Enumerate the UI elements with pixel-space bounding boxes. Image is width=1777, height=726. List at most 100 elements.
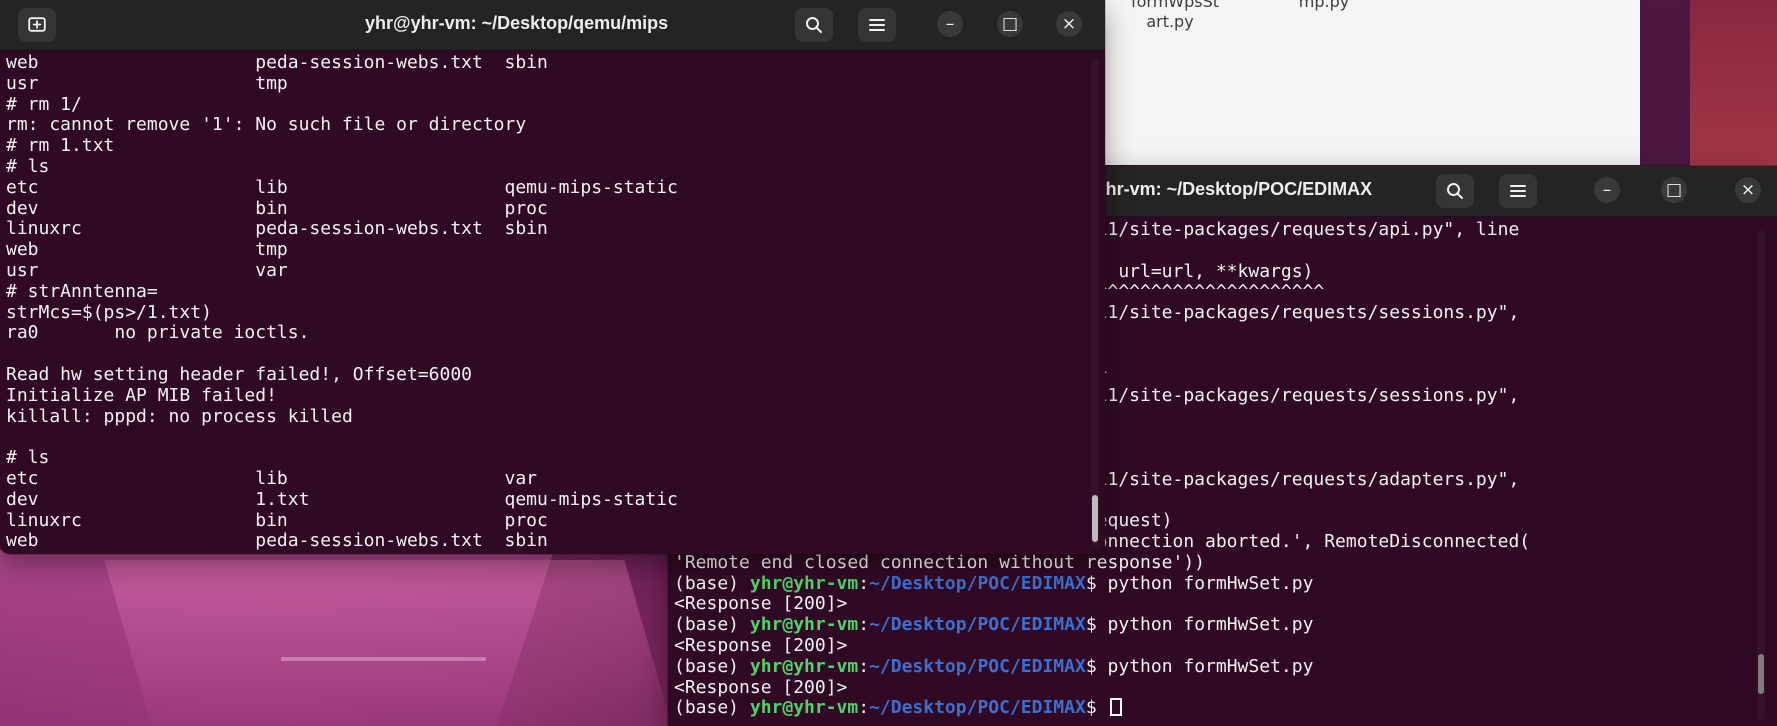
terminal-line: rm: cannot remove '1': No such file or d… xyxy=(6,114,1089,136)
terminal-line: <Response [200]> xyxy=(674,634,1759,657)
scrollbar[interactable] xyxy=(1757,230,1765,720)
prompt-symbol: $ xyxy=(1085,614,1108,636)
maximize-button[interactable]: □ xyxy=(1661,177,1687,203)
terminal-line: ra0 no private ioctls. xyxy=(6,322,1089,344)
prompt-separator: : xyxy=(858,655,870,677)
prompt-symbol: $ xyxy=(1085,697,1108,719)
scrollbar-thumb[interactable] xyxy=(1092,495,1098,542)
terminal-line: # strAnntenna= xyxy=(6,280,1089,303)
prompt-user: yhr@yhr-vm xyxy=(749,614,859,636)
prompt-prefix: (base) xyxy=(674,697,750,719)
terminal-text: 'Remote end closed connection without re… xyxy=(674,551,1206,573)
menu-button[interactable] xyxy=(858,8,896,42)
terminal-text: killall: pppd: no process killed xyxy=(6,405,353,427)
prompt-symbol: $ xyxy=(1085,655,1108,677)
terminal-line: strMcs=$(ps>/1.txt) xyxy=(6,302,1089,324)
terminal-text: web peda-session-webs.txt sbin xyxy=(6,53,548,73)
prompt-path: ~/Desktop/POC/EDIMAX xyxy=(869,655,1086,677)
terminal-line: <Response [200]> xyxy=(674,593,1759,615)
prompt-separator: : xyxy=(858,697,870,719)
terminal-text: # ls xyxy=(6,447,50,469)
terminal-text: dev bin proc xyxy=(6,197,548,219)
search-icon xyxy=(806,17,822,33)
terminal-line: (base) yhr@yhr-vm:~/Desktop/POC/EDIMAX$ … xyxy=(674,572,1759,595)
prompt-path: ~/Desktop/POC/EDIMAX xyxy=(869,572,1086,594)
terminal-text: etc lib qemu-mips-static xyxy=(6,176,678,198)
prompt-prefix: (base) xyxy=(674,655,750,677)
terminal-text: rm: cannot remove '1': No such file or d… xyxy=(6,114,527,136)
close-button[interactable]: × xyxy=(1735,177,1761,203)
terminal-line: (base) yhr@yhr-vm:~/Desktop/POC/EDIMAX$ … xyxy=(674,614,1759,636)
search-button[interactable] xyxy=(1436,174,1474,208)
maximize-icon: □ xyxy=(1001,13,1019,34)
terminal-cursor[interactable] xyxy=(1109,698,1122,717)
maximize-button[interactable]: □ xyxy=(997,11,1023,37)
new-tab-icon xyxy=(28,17,46,32)
terminal-line: linuxrc bin proc xyxy=(6,509,1089,532)
prompt-separator: : xyxy=(858,614,870,636)
prompt-user: yhr@yhr-vm xyxy=(749,572,859,594)
minimize-icon: – xyxy=(1602,179,1612,200)
terminal-line: web peda-session-webs.txt sbin xyxy=(6,530,1089,550)
desktop-file-label[interactable]: mp.py xyxy=(1284,0,1364,11)
terminal-line: # ls xyxy=(6,447,1089,469)
new-tab-button[interactable] xyxy=(18,8,56,42)
terminal-text: etc lib var xyxy=(6,467,538,489)
prompt-prefix: (base) xyxy=(674,614,750,636)
terminal-text: linuxrc bin proc xyxy=(6,509,548,531)
terminal-text: # ls xyxy=(6,155,50,177)
menu-button[interactable] xyxy=(1499,174,1537,208)
terminal-text: web tmp xyxy=(6,239,288,261)
hamburger-icon xyxy=(869,19,885,31)
search-button[interactable] xyxy=(795,8,833,42)
close-icon: × xyxy=(1740,179,1756,200)
wallpaper-shape-highlight xyxy=(104,560,676,726)
prompt-separator: : xyxy=(858,572,870,594)
terminal-line: Initialize AP MIB failed! xyxy=(6,385,1089,407)
terminal-text: web peda-session-webs.txt sbin xyxy=(6,530,548,550)
terminal-line: <Response [200]> xyxy=(674,676,1759,699)
minimize-button[interactable]: – xyxy=(1594,177,1620,203)
wallpaper-shape-left xyxy=(0,550,555,726)
prompt-user: yhr@yhr-vm xyxy=(749,655,859,677)
minimize-icon: – xyxy=(945,13,955,34)
terminal-line: Read hw setting header failed!, Offset=6… xyxy=(6,363,1089,386)
terminal-text: ra0 no private ioctls. xyxy=(6,322,310,344)
desktop-file-label[interactable]: formWpsSt xyxy=(1110,0,1240,11)
terminal-output[interactable]: web peda-session-webs.txt sbin usr tmp # r… xyxy=(6,53,1089,550)
terminal-line: usr tmp xyxy=(6,72,1089,95)
terminal-text: # rm 1/ xyxy=(6,93,82,115)
terminal-text: # strAnntenna= xyxy=(6,280,158,302)
terminal-line: # ls xyxy=(6,155,1089,178)
window-title: yhr@yhr-vm: ~/Desktop/qemu/mips xyxy=(365,13,669,33)
minimize-button[interactable]: – xyxy=(937,11,963,37)
close-button[interactable]: × xyxy=(1056,11,1082,37)
terminal-text: <Response [200]> xyxy=(674,593,848,615)
close-icon: × xyxy=(1061,13,1077,34)
scrollbar-thumb[interactable] xyxy=(1758,654,1764,694)
prompt-path: ~/Desktop/POC/EDIMAX xyxy=(869,614,1086,636)
terminal-line: dev 1.txt qemu-mips-static xyxy=(6,489,1089,511)
terminal-text: <Response [200]> xyxy=(674,634,848,656)
prompt-prefix: (base) xyxy=(674,572,750,594)
terminal-text: usr var xyxy=(6,259,288,281)
terminal-text: usr tmp xyxy=(6,72,288,94)
terminal-line: killall: pppd: no process killed xyxy=(6,405,1089,428)
terminal-text: linuxrc peda-session-webs.txt sbin xyxy=(6,218,548,240)
desktop-file-label[interactable]: art.py xyxy=(1130,12,1210,31)
command-text: python formHwSet.py xyxy=(1107,572,1314,594)
terminal-line: # rm 1.txt xyxy=(6,135,1089,157)
terminal-line: usr var xyxy=(6,259,1089,282)
search-icon xyxy=(1447,183,1463,199)
maximize-icon: □ xyxy=(1665,179,1683,200)
terminal-line: web peda-session-webs.txt sbin xyxy=(6,53,1089,74)
terminal-line: etc lib var xyxy=(6,467,1089,490)
terminal-line: dev bin proc xyxy=(6,197,1089,220)
terminal-text: Read hw setting header failed!, Offset=6… xyxy=(6,363,472,385)
terminal-window-qemu: yhr@yhr-vm: ~/Desktop/qemu/mips – □ × we… xyxy=(0,0,1105,554)
terminal-line: etc lib qemu-mips-static xyxy=(6,176,1089,199)
scrollbar[interactable] xyxy=(1091,58,1099,546)
terminal-text: <Response [200]> xyxy=(674,676,848,698)
